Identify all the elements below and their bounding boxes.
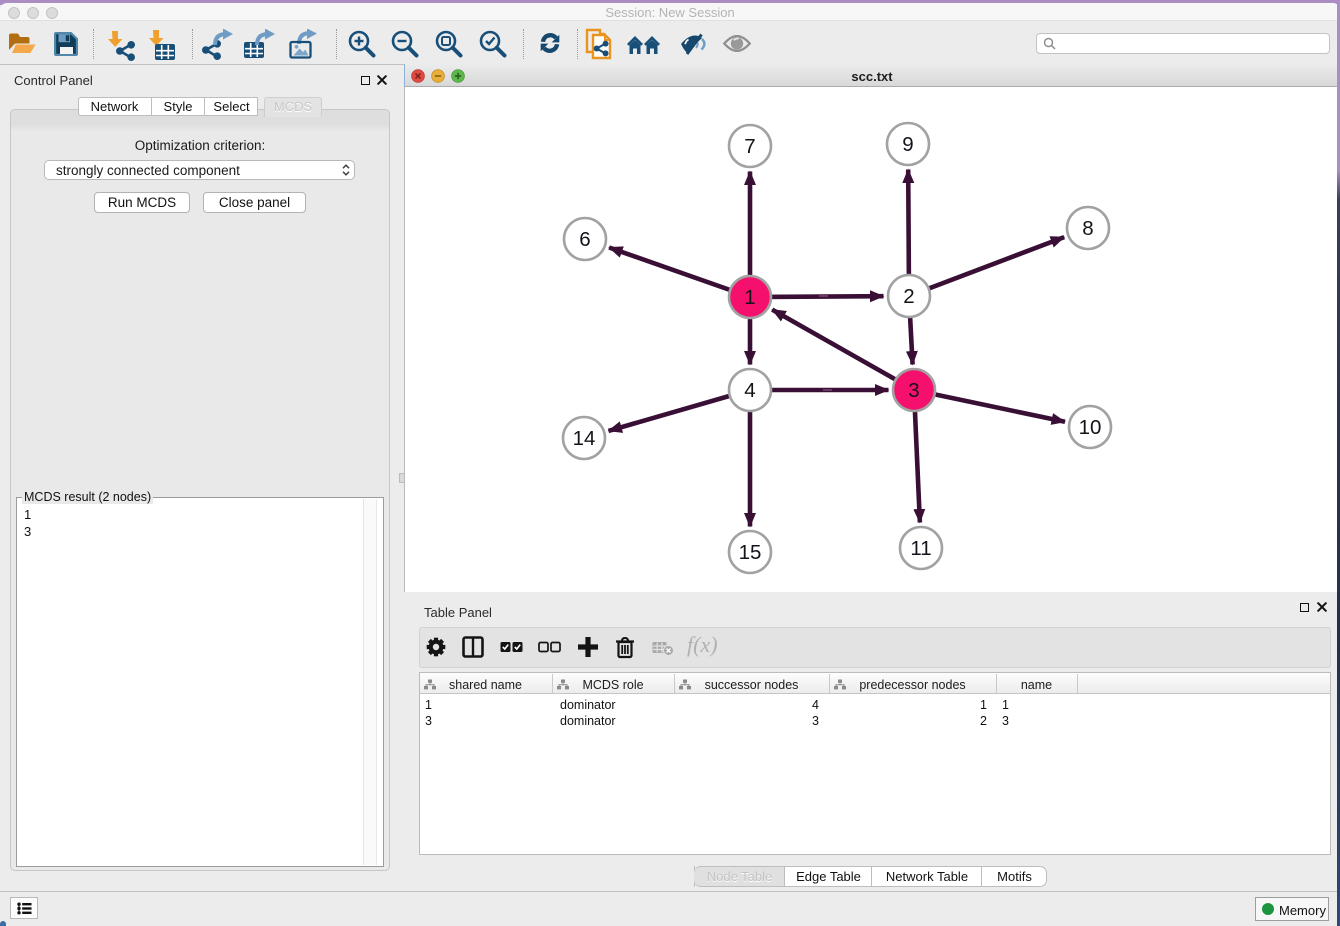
- svg-text:9: 9: [902, 133, 913, 156]
- svg-text:15: 15: [739, 541, 762, 564]
- svg-text:7: 7: [744, 135, 755, 158]
- svg-text:11: 11: [910, 537, 931, 560]
- svg-text:8: 8: [1082, 217, 1093, 240]
- svg-text:4: 4: [744, 379, 755, 402]
- svg-text:10: 10: [1079, 416, 1102, 439]
- svg-text:1: 1: [744, 286, 755, 309]
- svg-text:6: 6: [579, 228, 590, 251]
- svg-text:14: 14: [573, 427, 596, 450]
- svg-text:3: 3: [908, 379, 919, 402]
- svg-text:2: 2: [903, 285, 914, 308]
